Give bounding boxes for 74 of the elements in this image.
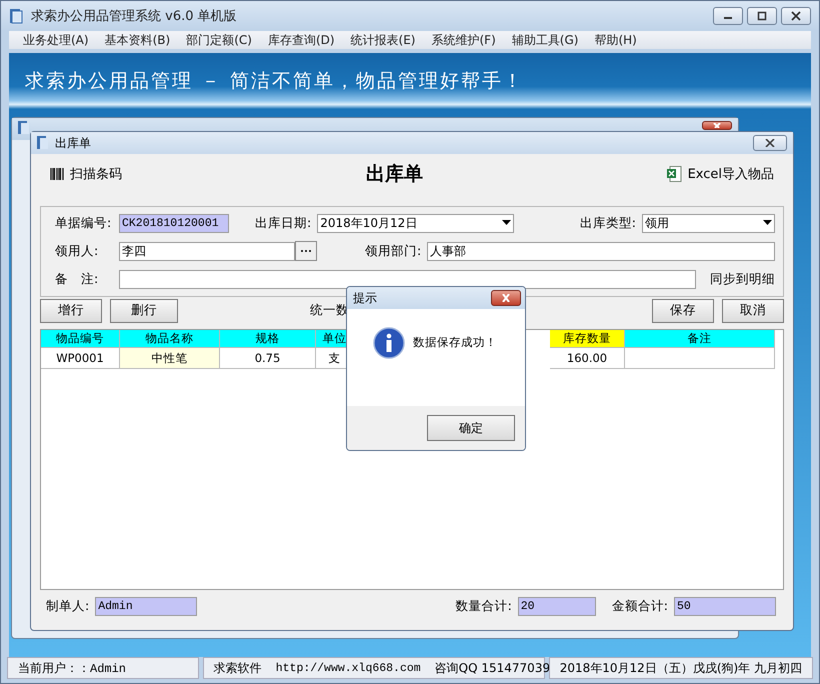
column-header: 物品编号 (41, 330, 120, 348)
maximize-button[interactable] (747, 7, 777, 25)
close-icon (791, 11, 801, 21)
menu-item[interactable]: 业务处理(A) (23, 32, 89, 48)
field-label: 出库日期: (255, 214, 312, 232)
dialog-title: 提示 (353, 290, 377, 306)
row-button[interactable]: 增行 (40, 298, 102, 322)
table-cell: 160.00 (550, 348, 625, 369)
minimize-button[interactable] (713, 7, 743, 25)
dropdown-arrow-icon (763, 220, 772, 226)
ok-button[interactable]: 确定 (427, 415, 515, 441)
browse-button[interactable] (295, 241, 317, 261)
action-button[interactable]: 取消 (722, 298, 784, 322)
field-label: 领用部门: (365, 242, 422, 260)
form-heading: 出库单 (366, 162, 423, 187)
banner-slogan: 求索办公用品管理 － 简洁不简单，物品管理好帮手！ (25, 69, 524, 94)
number-field[interactable]: CK201810120001 (119, 214, 229, 232)
field-label: 备 注: (55, 270, 100, 288)
total-field: 20 (518, 596, 596, 616)
field-label: 出库类型: (580, 214, 636, 232)
field-label: 金额合计: (612, 598, 668, 614)
close-icon (712, 123, 722, 128)
close-button[interactable] (491, 290, 521, 306)
menu-item[interactable]: 基本资料(B) (104, 32, 170, 48)
sync-label: 同步到明细 (710, 270, 775, 288)
menu-item[interactable]: 部门定额(C) (186, 32, 252, 48)
menu-item[interactable]: 帮助(H) (594, 32, 637, 48)
maximize-icon (757, 11, 767, 21)
menu-item[interactable]: 统计报表(E) (350, 32, 416, 48)
window-title: 求索办公用品管理系统 v6.0 单机版 (31, 8, 237, 25)
status-company: 求索软件 (214, 660, 262, 676)
column-header: 库存数量 (550, 330, 625, 348)
column-header: 物品名称 (120, 330, 220, 348)
close-button[interactable] (753, 135, 787, 151)
app-icon (9, 8, 23, 24)
dropdown-field[interactable]: 2018年10月12日 (317, 214, 514, 232)
column-header: 规格 (220, 330, 316, 348)
window-icon (18, 121, 30, 135)
barcode-icon (50, 168, 64, 180)
close-button[interactable] (781, 7, 811, 25)
spreadsheet-icon (666, 166, 682, 182)
dropdown-field[interactable]: 领用 (642, 214, 775, 232)
close-icon (765, 139, 775, 147)
close-icon (501, 294, 511, 302)
close-button[interactable] (702, 121, 732, 130)
status-website: http://www.xlq668.com (276, 662, 421, 674)
field-label: 数量合计: (456, 598, 512, 614)
window-icon (37, 136, 49, 150)
total-field: Admin (95, 596, 198, 616)
table-cell: 中性笔 (120, 348, 220, 369)
input-field[interactable] (119, 270, 696, 288)
field-label: 制单人: (46, 598, 90, 614)
input-field[interactable]: 人事部 (427, 242, 775, 260)
ellipsis-icon (300, 249, 312, 253)
status-user: 当前用户：：Admin (7, 657, 199, 679)
field-label: 单据编号: (55, 214, 112, 232)
menu-item[interactable]: 系统维护(F) (432, 32, 496, 48)
menu-item[interactable]: 库存查询(D) (268, 32, 335, 48)
scan-barcode-button[interactable]: 扫描条码 (50, 165, 122, 183)
status-date: 2018年10月12日（五）戊戌(狗)年 九月初四 (548, 657, 813, 679)
input-field[interactable]: 李四 (119, 242, 295, 260)
excel-import-button[interactable]: Excel导入物品 (666, 165, 774, 183)
action-button[interactable]: 保存 (652, 298, 714, 322)
menu-item[interactable]: 辅助工具(G) (512, 32, 578, 48)
status-contact: 咨询QQ 151477039 (434, 660, 550, 676)
dropdown-arrow-icon (502, 220, 512, 226)
table-cell: 0.75 (220, 348, 316, 369)
info-icon (373, 326, 405, 358)
row-button[interactable]: 删行 (110, 298, 178, 322)
column-header: 备注 (625, 330, 775, 348)
total-field: 50 (674, 596, 776, 616)
field-label: 领用人: (55, 242, 100, 260)
window-title: 出库单 (55, 134, 91, 152)
dialog-message: 数据保存成功！ (413, 335, 497, 350)
